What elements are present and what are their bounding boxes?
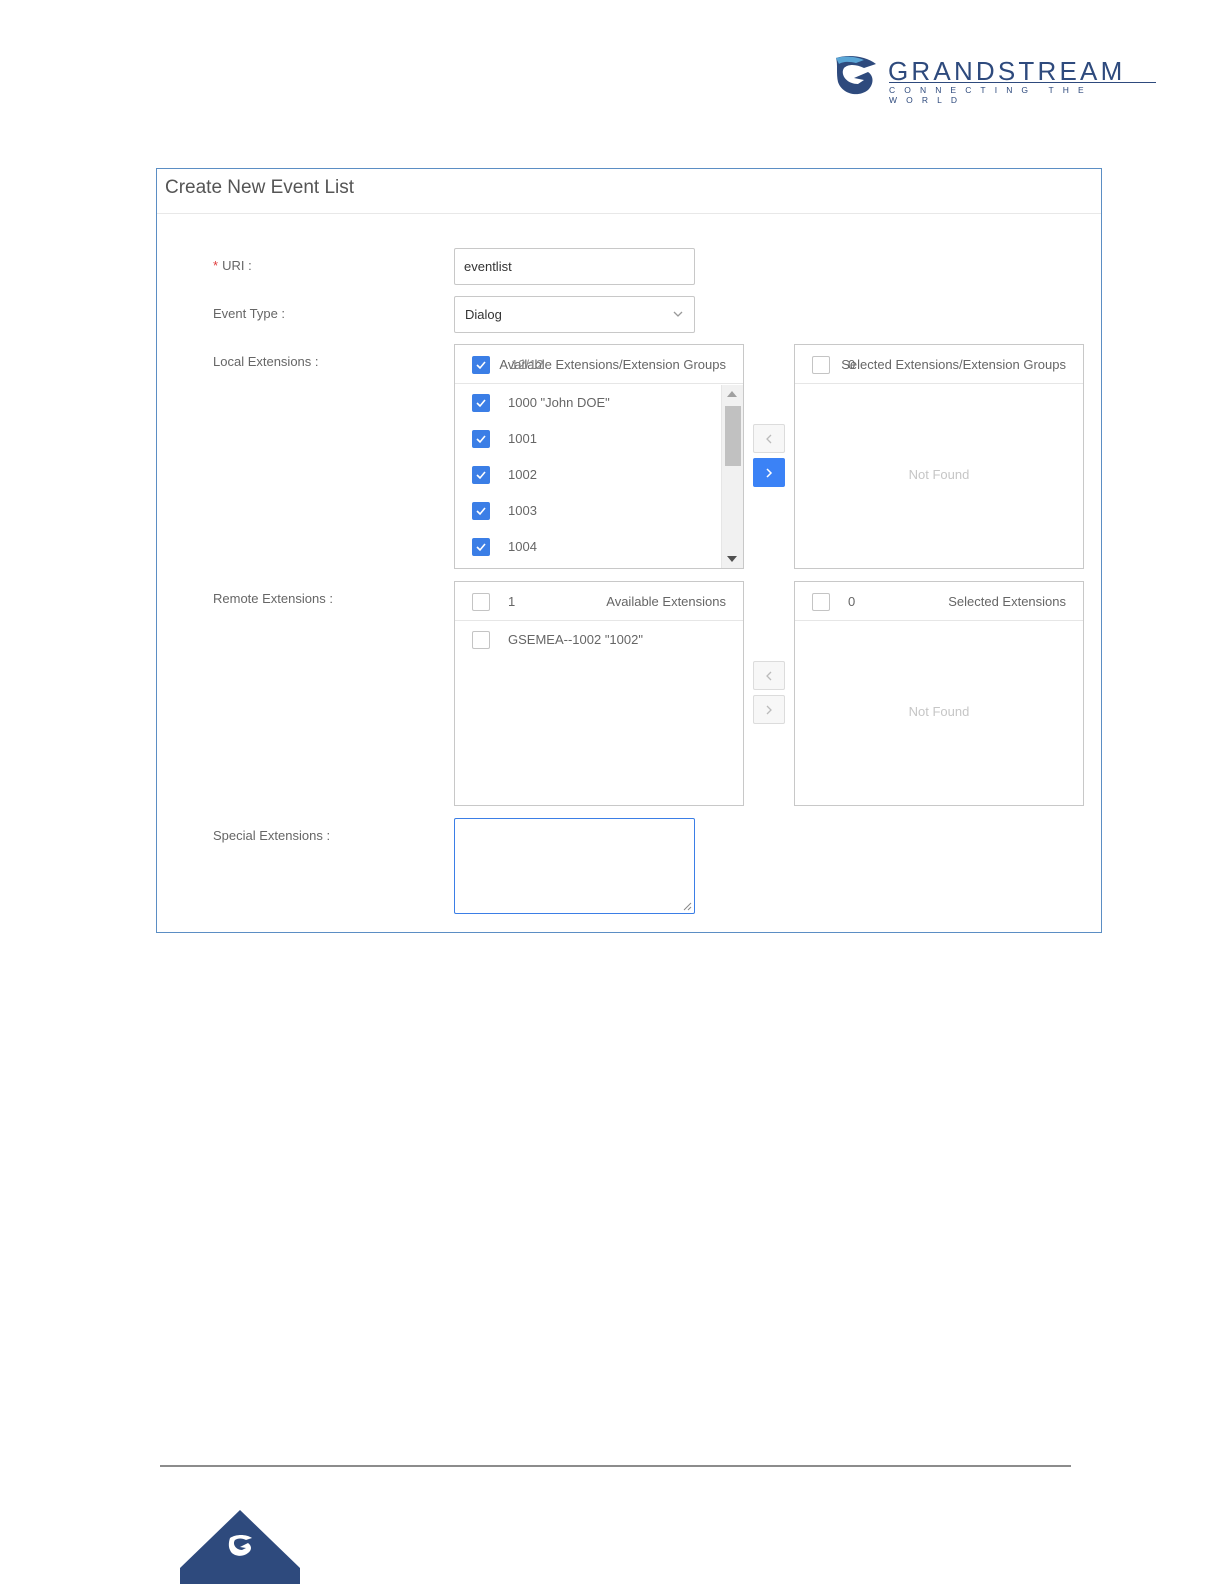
item-label: 1001 — [508, 431, 537, 446]
remote-selected-title: Selected Extensions — [948, 594, 1066, 609]
item-checkbox[interactable] — [472, 631, 490, 649]
list-item[interactable]: 1002 — [455, 457, 720, 493]
uri-label-text: URI : — [222, 258, 252, 273]
list-item[interactable]: 1004 — [455, 529, 720, 565]
footer-divider — [160, 1465, 1071, 1467]
grandstream-logo-icon — [836, 56, 876, 95]
check-icon — [476, 435, 486, 444]
uri-input[interactable] — [454, 248, 695, 285]
uri-label: * URI : — [213, 258, 252, 273]
event-type-label: Event Type : — [213, 306, 286, 321]
item-label: 1003 — [508, 503, 537, 518]
list-item[interactable]: GSEMEA--1002 "1002" — [455, 622, 720, 658]
chevron-left-icon — [766, 434, 772, 444]
grandstream-footer-logo-icon — [180, 1510, 300, 1584]
check-icon — [476, 507, 486, 516]
scroll-thumb[interactable] — [725, 406, 741, 466]
local-selected-select-all-checkbox[interactable] — [812, 356, 830, 374]
item-checkbox[interactable] — [472, 466, 490, 484]
remote-available-header: 1 Available Extensions — [455, 582, 743, 621]
remote-available-select-all-checkbox[interactable] — [472, 593, 490, 611]
create-event-list-dialog: Create New Event List *URI : Event Type … — [156, 168, 1102, 933]
check-icon — [476, 399, 486, 408]
scroll-down-arrow-icon[interactable] — [727, 556, 737, 562]
brand-tagline: CONNECTING THE WORLD — [889, 85, 1093, 105]
item-checkbox[interactable] — [472, 538, 490, 556]
resize-handle-icon[interactable] — [682, 901, 692, 911]
chevron-right-icon — [766, 468, 773, 478]
item-label: 1004 — [508, 539, 537, 554]
brand-divider — [889, 82, 1156, 83]
remote-selected-panel: 0 Selected Extensions Not Found — [794, 581, 1084, 806]
grandstream-logo: GRANDSTREAM CONNECTING THE WORLD — [834, 54, 1164, 105]
local-extensions-label: Local Extensions : — [213, 354, 319, 369]
special-extensions-label: Special Extensions : — [213, 828, 331, 843]
item-label: 1000 "John DOE" — [508, 395, 610, 410]
local-selected-header: Selected Extensions/Extension Groups 0 — [795, 345, 1083, 384]
special-extensions-textarea[interactable] — [454, 818, 695, 914]
local-available-header: Available Extensions/Extension Groups 12… — [455, 345, 743, 384]
local-available-count: 12/12 — [511, 357, 544, 372]
remote-selected-header: 0 Selected Extensions — [795, 582, 1083, 621]
local-selected-title: Selected Extensions/Extension Groups — [841, 357, 1066, 372]
local-move-right-button[interactable] — [753, 458, 785, 487]
check-icon — [476, 361, 486, 370]
event-type-value: Dialog — [465, 307, 502, 322]
remote-available-title: Available Extensions — [606, 594, 726, 609]
dialog-title: Create New Event List — [165, 177, 355, 198]
local-move-left-button[interactable] — [753, 424, 785, 453]
local-available-scrollbar[interactable] — [721, 385, 743, 568]
remote-extensions-label: Remote Extensions : — [213, 591, 333, 606]
item-label: 1002 — [508, 467, 537, 482]
remote-selected-select-all-checkbox[interactable] — [812, 593, 830, 611]
remote-selected-count: 0 — [848, 594, 856, 609]
scroll-up-arrow-icon[interactable] — [727, 391, 737, 397]
local-selected-count: 0 — [848, 357, 856, 372]
remote-available-count: 1 — [508, 594, 516, 609]
remote-move-right-button[interactable] — [753, 695, 785, 724]
item-label: GSEMEA--1002 "1002" — [508, 632, 643, 647]
local-selected-panel: Selected Extensions/Extension Groups 0 N… — [794, 344, 1084, 569]
list-item[interactable]: 1001 — [455, 421, 720, 457]
local-available-select-all-checkbox[interactable] — [472, 356, 490, 374]
list-item[interactable]: 1003 — [455, 493, 720, 529]
check-icon — [476, 471, 486, 480]
chevron-down-icon — [673, 311, 683, 317]
chevron-right-icon — [766, 705, 772, 715]
remote-available-panel: 1 Available Extensions GSEMEA--1002 "100… — [454, 581, 744, 806]
remote-move-left-button[interactable] — [753, 661, 785, 690]
check-icon — [476, 543, 486, 552]
item-checkbox[interactable] — [472, 394, 490, 412]
list-item[interactable]: 1000 "John DOE" — [455, 385, 720, 421]
dialog-divider — [157, 213, 1101, 214]
local-available-panel: Available Extensions/Extension Groups 12… — [454, 344, 744, 569]
remote-selected-empty-text: Not Found — [908, 704, 970, 719]
required-mark: * — [213, 258, 219, 273]
item-checkbox[interactable] — [472, 430, 490, 448]
local-selected-empty-text: Not Found — [908, 467, 970, 482]
item-checkbox[interactable] — [472, 502, 490, 520]
chevron-left-icon — [766, 671, 772, 681]
event-type-select[interactable]: Dialog — [454, 296, 695, 333]
